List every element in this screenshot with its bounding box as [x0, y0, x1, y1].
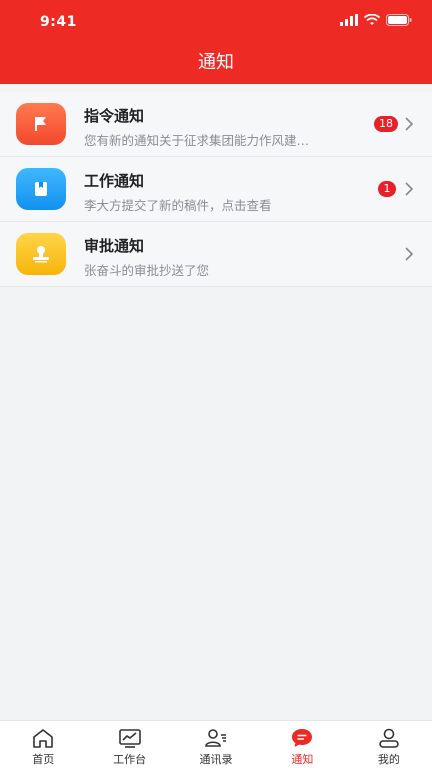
tab-bar: 首页 工作台 通讯录 通知 我的: [0, 720, 432, 768]
profile-icon: [379, 728, 399, 748]
status-time: 9:41: [40, 14, 77, 30]
row-subtitle: 张奋斗的审批抄送了您: [84, 263, 210, 278]
flag-icon: [16, 103, 66, 145]
row-title: 工作通知: [84, 172, 145, 190]
app-header: 9:41 通知: [0, 0, 432, 84]
chevron-right-icon: [405, 117, 414, 131]
unread-badge: 18: [374, 116, 398, 132]
status-icons: [340, 14, 412, 26]
row-subtitle: 您有新的通知关于征求集团能力作风建…: [84, 133, 310, 148]
signal-icon: [340, 14, 358, 26]
chevron-right-icon: [405, 247, 414, 261]
unread-badge: 1: [378, 181, 396, 197]
row-title: 审批通知: [84, 237, 145, 255]
contacts-icon: [205, 729, 227, 747]
battery-icon: [386, 14, 412, 26]
chevron-right-icon: [405, 182, 414, 196]
stamp-icon: [16, 233, 66, 275]
tab-workbench[interactable]: 工作台: [86, 721, 172, 768]
row-subtitle: 李大方提交了新的稿件，点击查看: [84, 198, 272, 213]
notification-row-approval[interactable]: 审批通知 张奋斗的审批抄送了您: [0, 222, 432, 287]
row-title: 指令通知: [84, 107, 145, 125]
wifi-icon: [364, 14, 380, 25]
tab-label: 工作台: [113, 753, 147, 766]
tab-home[interactable]: 首页: [0, 721, 86, 768]
notification-row-command[interactable]: 指令通知 您有新的通知关于征求集团能力作风建… 18: [0, 92, 432, 157]
bookmark-icon: [16, 168, 66, 210]
notification-row-work[interactable]: 工作通知 李大方提交了新的稿件，点击查看 1: [0, 157, 432, 222]
chart-monitor-icon: [118, 729, 141, 748]
tab-label: 我的: [377, 753, 400, 766]
tab-label: 通知: [291, 753, 314, 766]
page-title: 通知: [198, 52, 234, 73]
notification-list: 指令通知 您有新的通知关于征求集团能力作风建… 18 工作通知 李大方提交了新的…: [0, 92, 432, 287]
tab-label: 通讯录: [199, 753, 233, 766]
tab-notifications[interactable]: 通知: [259, 721, 345, 768]
tab-profile[interactable]: 我的: [346, 721, 432, 768]
message-icon: [292, 729, 313, 747]
tab-contacts[interactable]: 通讯录: [173, 721, 259, 768]
home-icon: [33, 729, 54, 748]
tab-label: 首页: [32, 753, 55, 766]
